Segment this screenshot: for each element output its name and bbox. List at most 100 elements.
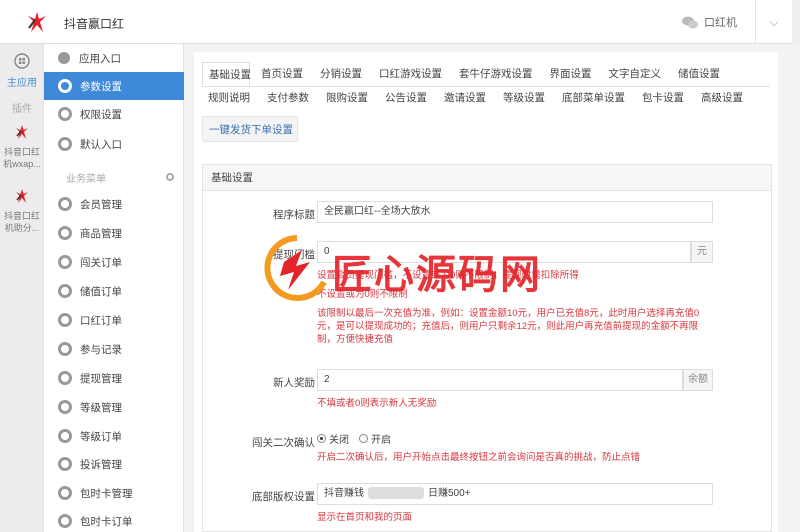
rail-app-name: 抖音口红机wxap... (3, 147, 41, 169)
new-reward-hint: 不填或者0则表示新人无奖励 (317, 398, 437, 409)
sidebar-item-complaints[interactable]: 投诉管理 (44, 450, 184, 478)
tab-cowboy-game[interactable]: 套牛仔游戏设置 (453, 62, 539, 86)
withdraw-threshold-label: 提现门槛 (273, 249, 315, 261)
copyright-text-a: 抖音赚钱 (324, 488, 364, 499)
rail-home-button[interactable]: 主应用 (0, 48, 44, 92)
rail-app-name: 抖音口红机助分... (3, 211, 40, 233)
withdraw-threshold-input[interactable]: 0 (317, 241, 691, 263)
sidebar-item-label: 会员管理 (80, 198, 122, 211)
tab-card[interactable]: 包卡设置 (636, 86, 690, 110)
wechat-icon (682, 16, 698, 28)
app-logo-icon[interactable] (26, 10, 48, 34)
sidebar-item-members[interactable]: 会员管理 (44, 190, 184, 218)
new-reward-label: 新人奖励 (273, 377, 315, 389)
radio-dot (317, 434, 326, 443)
second-confirm-hint: 开启二次确认后，用户开始点击最终按钮之前会询问是否真的挑战，防止点错 (317, 452, 641, 463)
second-confirm-radios: 关闭 开启 (317, 431, 401, 446)
gear-icon (58, 514, 72, 528)
sidebar-item-label: 应用入口 (79, 52, 121, 65)
rail-app-2[interactable]: 抖音口红机助分... (0, 188, 44, 234)
tab-basic[interactable]: 基础设置 (202, 62, 251, 86)
sidebar-item-products[interactable]: 商品管理 (44, 219, 184, 247)
sidebar-group-header[interactable]: 业务菜单 (44, 166, 184, 188)
plugin-logo-icon (16, 189, 28, 203)
withdraw-hint-1: 设置会员提现门槛，不设置或为0则不限制，提现时需扣除所得 (317, 270, 579, 281)
entry-icon (58, 52, 70, 64)
sidebar-item-label: 参与记录 (80, 343, 122, 356)
sidebar-item-permissions[interactable]: 权限设置 (44, 100, 184, 128)
withdraw-unit-addon: 元 (691, 241, 713, 263)
gear-icon (58, 255, 72, 269)
sidebar-item-participation[interactable]: 参与记录 (44, 335, 184, 363)
top-bar: 抖音赢口红 口红机 ⌵ (0, 0, 800, 44)
grid-icon (14, 53, 30, 69)
gear-icon (58, 371, 72, 385)
radio-dot (359, 434, 368, 443)
sidebar-item-label: 等级订单 (80, 430, 122, 443)
tab-distribution[interactable]: 分销设置 (314, 62, 368, 86)
program-title-input[interactable]: 全民赢口红--全场大放水 (317, 201, 713, 223)
sidebar-item-lipstick-orders[interactable]: 口红订单 (44, 306, 184, 334)
sidebar-item-topup-orders[interactable]: 储值订单 (44, 277, 184, 305)
tab-interface[interactable]: 界面设置 (544, 62, 598, 86)
sidebar-item-timecard[interactable]: 包时卡管理 (44, 479, 184, 507)
sidebar-item-label: 闯关订单 (80, 256, 122, 269)
sidebar-item-level-orders[interactable]: 闯关订单 (44, 248, 184, 276)
tab-payment[interactable]: 支付参数 (261, 86, 315, 110)
program-title-label: 程序标题 (273, 209, 315, 221)
tab-announcement[interactable]: 公告设置 (379, 86, 433, 110)
edge-strip (792, 0, 800, 44)
basic-settings-panel: 基础设置 程序标题 全民赢口红--全场大放水 提现门槛 0 元 设置会员提现门槛… (202, 164, 772, 532)
gear-icon (58, 313, 72, 327)
sidebar-item-label: 包时卡订单 (80, 515, 133, 528)
rail-section-label: 插件 (12, 104, 32, 115)
gear-icon (58, 226, 72, 240)
tab-rules[interactable]: 规则说明 (202, 86, 256, 110)
new-reward-unit-addon: 余额 (683, 369, 713, 391)
gear-icon (58, 137, 72, 151)
new-reward-input[interactable]: 2 (317, 369, 683, 391)
current-user-label[interactable]: 口红机 (704, 14, 737, 30)
sidebar-item-app-entry[interactable]: 应用入口 (44, 44, 184, 72)
gear-icon (58, 342, 72, 356)
gear-icon (58, 284, 72, 298)
sidebar-item-params[interactable]: 参数设置 (44, 72, 184, 100)
confirm-off-radio[interactable]: 关闭 (317, 431, 349, 446)
confirm-on-radio[interactable]: 开启 (359, 431, 391, 446)
sidebar-item-label: 包时卡管理 (80, 487, 133, 500)
sidebar-item-default-entry[interactable]: 默认入口 (44, 130, 184, 158)
tab-home[interactable]: 首页设置 (255, 62, 309, 86)
tab-bottom-menu[interactable]: 底部菜单设置 (556, 86, 631, 110)
sidebar-item-level-orders-2[interactable]: 等级订单 (44, 422, 184, 450)
gear-icon (58, 457, 72, 471)
sidebar-item-label: 默认入口 (80, 138, 122, 151)
tab-row: 基础设置 首页设置 分销设置 口红游戏设置 套牛仔游戏设置 界面设置 文字自定义… (202, 62, 772, 86)
sidebar-item-withdrawals[interactable]: 提现管理 (44, 364, 184, 392)
settings-sidebar: 应用入口 参数设置 权限设置 默认入口 业务菜单 会员管理 商品管理 闯关订单 … (44, 44, 184, 532)
tab-advanced[interactable]: 高级设置 (695, 86, 749, 110)
tab-level[interactable]: 等级设置 (497, 86, 551, 110)
chevron-down-icon[interactable]: ⌵ (756, 0, 792, 44)
tab-custom-text[interactable]: 文字自定义 (603, 62, 668, 86)
sidebar-item-timecard-orders[interactable]: 包时卡订单 (44, 507, 184, 532)
sidebar-item-label: 参数设置 (80, 80, 122, 93)
tabs-divider (202, 86, 770, 87)
tab-one-click-shipping[interactable]: 一键发货下单设置 (202, 116, 298, 142)
gear-icon (58, 429, 72, 443)
second-confirm-label: 闯关二次确认 (252, 437, 315, 449)
tab-invite[interactable]: 邀请设置 (438, 86, 492, 110)
main-content: 基础设置 首页设置 分销设置 口红游戏设置 套牛仔游戏设置 界面设置 文字自定义… (194, 52, 778, 532)
gear-icon[interactable] (166, 173, 174, 181)
gear-icon (58, 107, 72, 121)
withdraw-hint-2: 不设置或为0则不限制 (317, 289, 408, 300)
rail-app-1[interactable]: 抖音口红机wxap... (0, 124, 44, 170)
bottom-copyright-input[interactable]: 抖音赚钱 日赚500+ (317, 483, 713, 505)
sidebar-item-levels[interactable]: 等级管理 (44, 393, 184, 421)
tab-purchase-limit[interactable]: 限购设置 (320, 86, 374, 110)
gear-icon (58, 79, 72, 93)
sidebar-item-label: 权限设置 (80, 108, 122, 121)
tab-lipstick-game[interactable]: 口红游戏设置 (373, 62, 448, 86)
sidebar-item-label: 商品管理 (80, 227, 122, 240)
app-title: 抖音赢口红 (64, 17, 125, 31)
tab-topup[interactable]: 储值设置 (672, 62, 726, 86)
